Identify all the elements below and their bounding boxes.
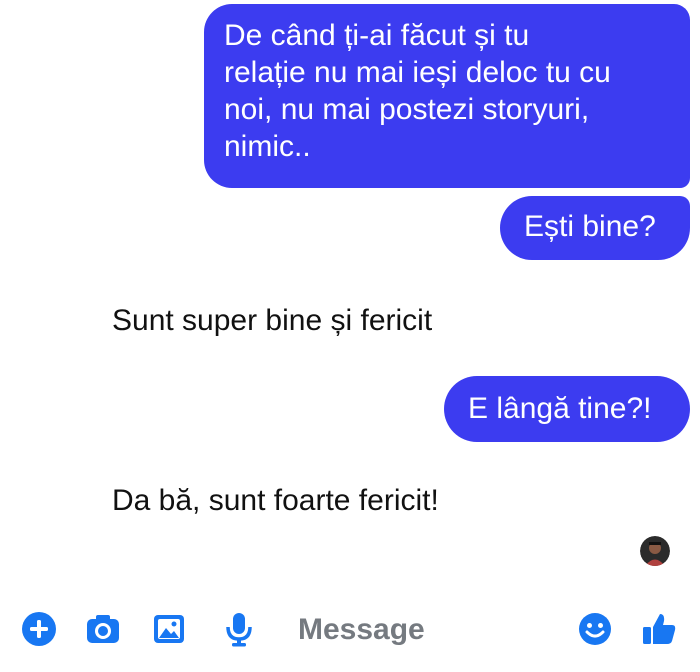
received-message[interactable]: Da bă, sunt foarte fericit! [112,482,439,519]
camera-icon[interactable] [84,610,122,648]
message-text: E lângă tine?! [468,392,652,425]
message-line: relație nu mai ieși deloc tu cu [224,56,611,89]
thumbs-up-icon[interactable] [640,610,678,648]
message-text: Sunt super bine și fericit [112,304,433,337]
microphone-icon[interactable] [220,610,258,648]
message-text: Da bă, sunt foarte fericit! [112,484,439,517]
sent-message-bubble[interactable]: De când ți-ai făcut și tu relație nu mai… [204,4,690,188]
seen-avatar [640,536,670,566]
emoji-icon[interactable] [576,610,614,648]
sent-message-bubble[interactable]: E lângă tine?! [444,376,690,442]
received-message[interactable]: Sunt super bine și fericit [112,302,432,339]
image-icon[interactable] [150,610,188,648]
message-line: De când ți-ai făcut și tu [224,19,530,52]
message-line: nimic.. [224,130,311,163]
plus-icon[interactable] [20,610,58,648]
message-line: noi, nu mai postezi storyuri, [224,93,590,126]
sent-message-bubble[interactable]: Ești bine? [500,196,690,260]
message-input[interactable]: Message [298,612,558,648]
message-text: Ești bine? [524,210,656,243]
message-composer: Message [0,596,700,666]
